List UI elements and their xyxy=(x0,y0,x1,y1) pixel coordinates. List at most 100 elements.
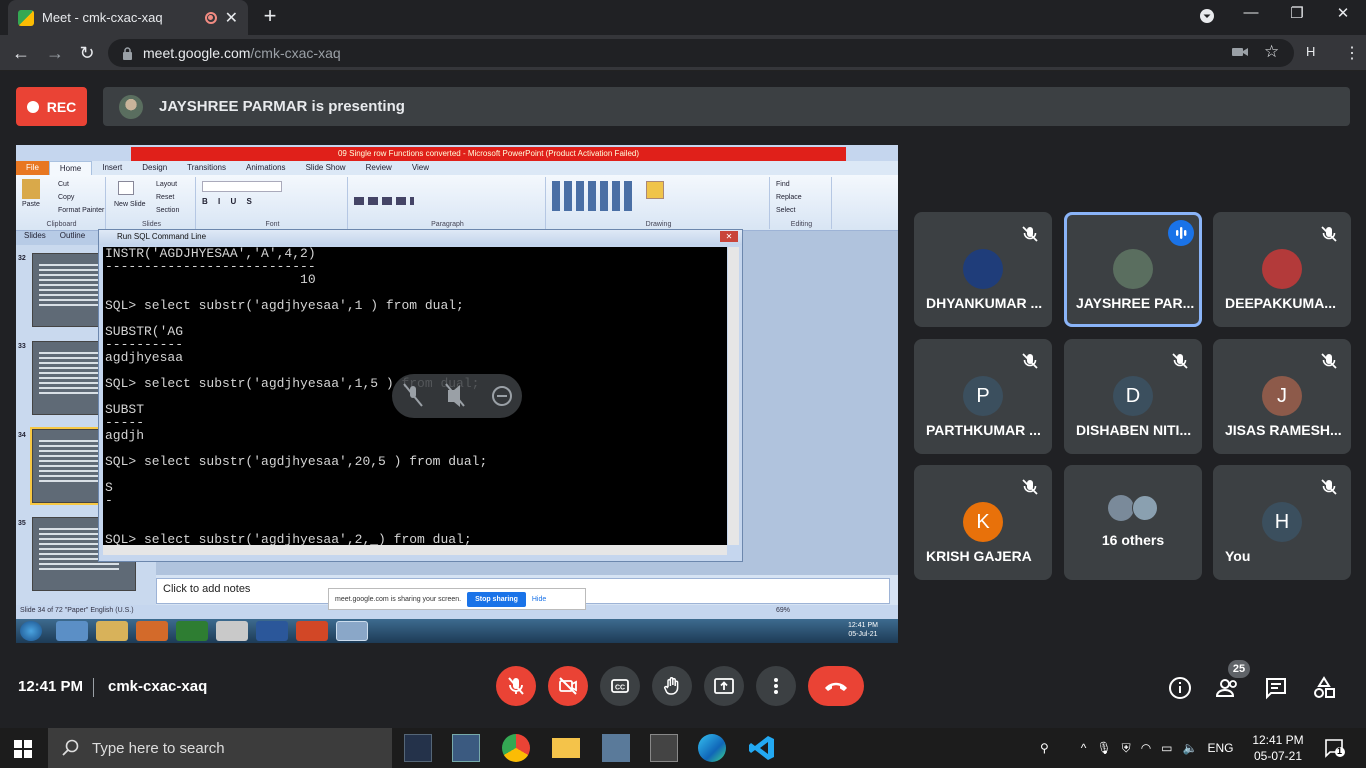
arrange-icon[interactable] xyxy=(646,181,664,199)
activities-icon[interactable] xyxy=(1312,676,1336,700)
ppt-tab-slideshow[interactable]: Slide Show xyxy=(296,161,356,175)
participant-tile[interactable]: JAYSHREE PAR... xyxy=(1064,212,1202,327)
back-icon[interactable]: ← xyxy=(10,43,32,63)
meeting-details-icon[interactable] xyxy=(1168,676,1192,700)
camera-indicator-icon[interactable] xyxy=(1232,45,1248,59)
participant-tile[interactable]: DEEPAKKUMA... xyxy=(1213,212,1351,327)
participant-tile[interactable]: P PARTHKUMAR ... xyxy=(914,339,1052,454)
ppt-tab-design[interactable]: Design xyxy=(132,161,177,175)
vscode-icon[interactable] xyxy=(748,734,776,762)
taskbar-app-icon[interactable] xyxy=(56,621,88,641)
volume-icon[interactable]: 🔈 xyxy=(1183,741,1198,755)
powerpoint-icon[interactable] xyxy=(296,621,328,641)
minimize-button[interactable]: — xyxy=(1236,4,1266,28)
tab-close-icon[interactable]: ✕ xyxy=(225,8,238,28)
show-hidden-icons-icon[interactable]: ^ xyxy=(1081,741,1087,755)
notifications-icon[interactable]: 1 xyxy=(1324,738,1346,758)
windows-start-icon[interactable] xyxy=(14,740,32,758)
taskbar-search-box[interactable]: Type here to search xyxy=(48,728,392,768)
ppt-tab-home[interactable]: Home xyxy=(48,161,93,175)
word-icon[interactable] xyxy=(256,621,288,641)
reload-icon[interactable]: ↻ xyxy=(76,43,98,63)
copy-label[interactable]: Copy xyxy=(58,194,74,201)
chat-icon[interactable] xyxy=(1264,676,1288,700)
browser-menu-icon[interactable]: ⋮ xyxy=(1344,43,1360,63)
font-format-buttons[interactable]: B I U S xyxy=(202,197,256,206)
more-options-button[interactable] xyxy=(756,666,796,706)
ppt-tab-transitions[interactable]: Transitions xyxy=(177,161,236,175)
ppt-tab-review[interactable]: Review xyxy=(356,161,402,175)
start-orb-icon[interactable] xyxy=(20,621,42,641)
battery-icon[interactable]: ▭ xyxy=(1161,741,1172,755)
close-window-button[interactable]: ✕ xyxy=(1328,4,1358,28)
profile-button[interactable]: H xyxy=(1306,44,1315,59)
outline-tab[interactable]: Outline xyxy=(60,231,85,245)
paste-icon[interactable] xyxy=(22,179,40,199)
people-icon[interactable] xyxy=(1215,676,1240,700)
microphone-tray-icon[interactable]: 🎙 xyxy=(1096,741,1111,755)
reset-label[interactable]: Reset xyxy=(156,194,174,201)
sql-close-icon[interactable]: ✕ xyxy=(720,231,738,242)
ppt-tab-file[interactable]: File xyxy=(16,161,49,175)
cut-label[interactable]: Cut xyxy=(58,181,69,188)
ppt-tab-insert[interactable]: Insert xyxy=(92,161,132,175)
wifi-icon[interactable]: ◠ xyxy=(1141,741,1151,755)
sql-cmd-icon[interactable] xyxy=(336,621,368,641)
participant-tile[interactable]: J JISAS RAMESH... xyxy=(1213,339,1351,454)
participant-tile[interactable]: K KRISH GAJERA xyxy=(914,465,1052,580)
hide-button[interactable]: Hide xyxy=(532,596,546,603)
select-label[interactable]: Select xyxy=(776,207,795,214)
forward-icon[interactable]: → xyxy=(44,43,66,63)
format-painter-label[interactable]: Format Painter xyxy=(58,207,104,214)
media-player-icon[interactable] xyxy=(136,621,168,641)
excel-icon[interactable] xyxy=(176,621,208,641)
align-buttons[interactable] xyxy=(354,197,414,205)
slides-tab[interactable]: Slides xyxy=(24,231,46,245)
participant-tile[interactable]: H You xyxy=(1213,465,1351,580)
tab-search-button[interactable] xyxy=(1192,8,1222,26)
sql-vertical-scrollbar[interactable] xyxy=(728,247,739,545)
ppt-tab-view[interactable]: View xyxy=(402,161,439,175)
shield-tray-icon[interactable]: ⛨ xyxy=(1122,741,1131,756)
chrome-icon[interactable] xyxy=(216,621,248,641)
leave-call-button[interactable] xyxy=(808,666,864,706)
ppt-tab-animations[interactable]: Animations xyxy=(236,161,296,175)
sql-app-icon[interactable] xyxy=(452,734,480,762)
microphone-toggle-button[interactable] xyxy=(496,666,536,706)
people-tray-icon[interactable]: ⚲ xyxy=(1040,741,1049,755)
stop-sharing-button[interactable]: Stop sharing xyxy=(467,591,526,607)
bookmark-star-icon[interactable]: ☆ xyxy=(1264,42,1279,62)
new-tab-button[interactable]: + xyxy=(258,5,282,29)
file-explorer-icon[interactable] xyxy=(552,738,580,758)
sql-horizontal-scrollbar[interactable] xyxy=(103,545,727,555)
participant-tile[interactable]: D DISHABEN NITI... xyxy=(1064,339,1202,454)
replace-label[interactable]: Replace xyxy=(776,194,802,201)
zoom-level[interactable]: 69% xyxy=(776,607,790,614)
input-language[interactable]: ENG xyxy=(1207,741,1233,755)
present-now-button[interactable] xyxy=(704,666,744,706)
captions-button[interactable]: CC xyxy=(600,666,640,706)
recording-badge[interactable]: REC xyxy=(16,87,87,126)
participant-tile[interactable]: 16 others xyxy=(1064,465,1202,580)
raise-hand-button[interactable] xyxy=(652,666,692,706)
new-slide-label[interactable]: New Slide xyxy=(114,201,146,208)
address-bar[interactable]: meet.google.com/cmk-cxac-xaq xyxy=(108,39,1294,67)
new-slide-icon[interactable] xyxy=(118,181,134,195)
app-icon[interactable] xyxy=(650,734,678,762)
font-name-box[interactable] xyxy=(202,181,282,192)
paste-label[interactable]: Paste xyxy=(22,201,40,208)
mysql-app-icon[interactable] xyxy=(404,734,432,762)
section-label[interactable]: Section xyxy=(156,207,179,214)
find-label[interactable]: Find xyxy=(776,181,790,188)
shapes-gallery[interactable] xyxy=(552,181,632,211)
folder-icon[interactable] xyxy=(96,621,128,641)
browser-tab-meet[interactable]: Meet - cmk-cxac-xaq ✕ xyxy=(8,0,248,35)
layout-label[interactable]: Layout xyxy=(156,181,177,188)
camera-toggle-button[interactable] xyxy=(548,666,588,706)
taskbar-clock[interactable]: 12:41 PM 05-07-21 xyxy=(1248,732,1308,764)
maximize-button[interactable]: ❐ xyxy=(1282,4,1312,28)
chrome-taskbar-icon[interactable] xyxy=(502,734,530,762)
edge-icon[interactable] xyxy=(698,734,726,762)
participant-tile[interactable]: DHYANKUMAR ... xyxy=(914,212,1052,327)
calculator-icon[interactable] xyxy=(602,734,630,762)
